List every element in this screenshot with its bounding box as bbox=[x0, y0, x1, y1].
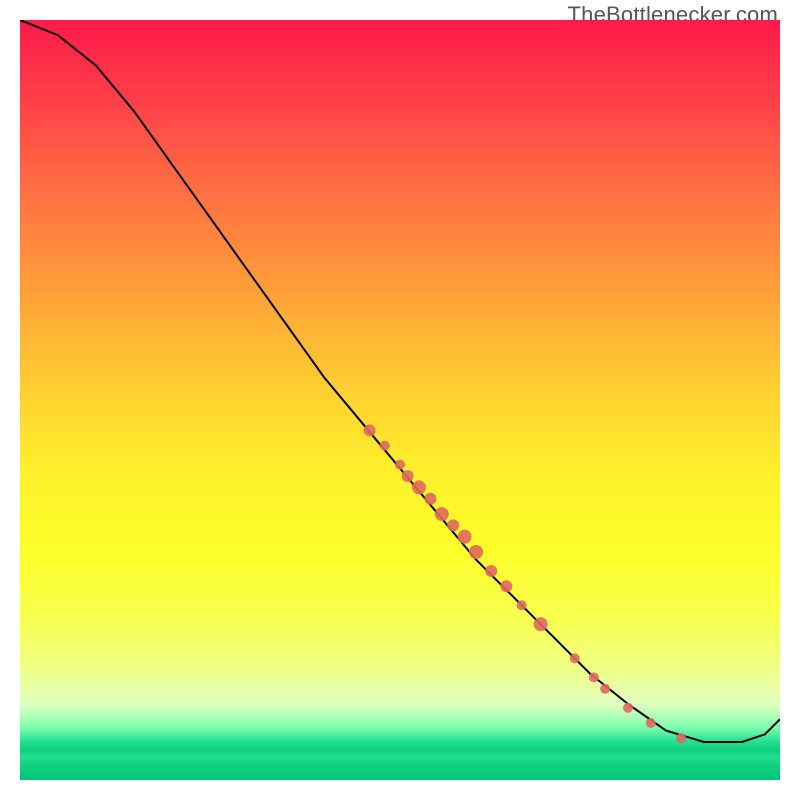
data-point bbox=[412, 480, 426, 494]
data-point bbox=[364, 424, 376, 436]
data-points bbox=[364, 424, 687, 743]
data-point bbox=[646, 718, 656, 728]
data-point bbox=[424, 493, 436, 505]
data-point bbox=[458, 530, 472, 544]
data-point bbox=[676, 733, 686, 743]
data-point bbox=[447, 519, 459, 531]
data-point bbox=[469, 545, 483, 559]
data-point bbox=[485, 565, 497, 577]
data-point bbox=[623, 703, 633, 713]
data-point bbox=[435, 507, 449, 521]
data-point bbox=[380, 441, 390, 451]
plot-area bbox=[20, 20, 780, 780]
data-point bbox=[534, 617, 548, 631]
data-point bbox=[395, 460, 405, 470]
chart-svg bbox=[20, 20, 780, 780]
data-point bbox=[500, 580, 512, 592]
data-point bbox=[570, 653, 580, 663]
data-point bbox=[589, 672, 599, 682]
data-point bbox=[402, 470, 414, 482]
data-point bbox=[600, 684, 610, 694]
data-point bbox=[517, 600, 527, 610]
bottleneck-curve bbox=[20, 20, 780, 742]
chart-container: TheBottlenecker.com bbox=[0, 0, 800, 800]
